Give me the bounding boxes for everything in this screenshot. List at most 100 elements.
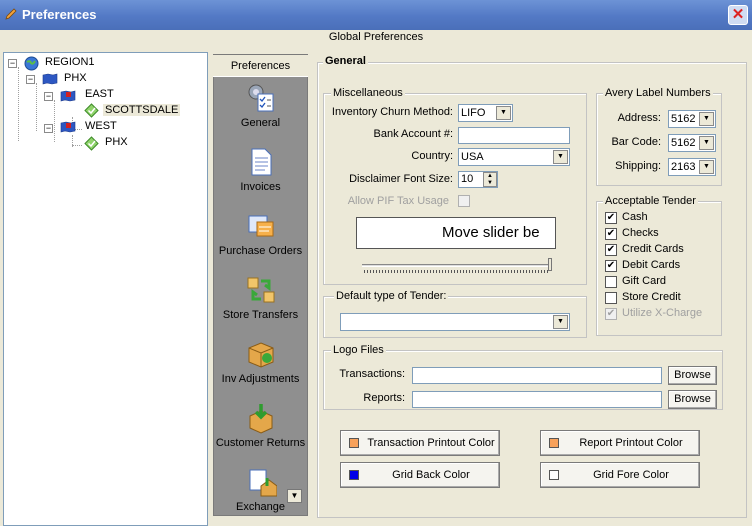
tender-label-6: Utilize X-Charge — [622, 307, 703, 319]
transaction-color-swatch — [349, 438, 359, 448]
bank-account-label: Bank Account #: — [373, 128, 454, 140]
nav-label-store-transfers: Store Transfers — [222, 309, 299, 321]
tree-node-region1[interactable]: REGION1 — [45, 56, 95, 68]
avery-barcode-select[interactable]: 5162 ▼ — [668, 134, 716, 152]
avery-address-select[interactable]: 5162 ▼ — [668, 110, 716, 128]
tender-checkbox-2[interactable]: ✔ — [605, 244, 617, 256]
bank-account-input[interactable] — [458, 127, 570, 144]
nav-label-general: General — [240, 117, 281, 129]
churn-method-select[interactable]: LIFO ▼ — [458, 104, 513, 122]
transfer-arrows-icon — [247, 277, 274, 303]
nav-item-store-transfers[interactable]: Store Transfers — [213, 274, 308, 321]
tender-label-0: Cash — [622, 211, 648, 223]
logo-files-title: Logo Files — [331, 344, 386, 356]
report-printout-color-label: Report Printout Color — [579, 437, 683, 449]
expander-east[interactable]: − — [44, 92, 53, 101]
avery-group-title: Avery Label Numbers — [603, 87, 713, 99]
tender-checkbox-5[interactable] — [605, 292, 617, 304]
misc-group — [323, 93, 587, 285]
slider-track[interactable] — [362, 264, 552, 267]
nav-scroll-down-button[interactable]: ▼ — [287, 489, 302, 503]
nav-label-invoices: Invoices — [240, 181, 281, 193]
tender-checkbox-6[interactable]: ✔ — [605, 308, 617, 320]
nav-label-purchase-orders: Purchase Orders — [218, 245, 303, 257]
transaction-printout-color-button[interactable]: Transaction Printout Color — [340, 430, 500, 456]
tender-checkbox-4[interactable] — [605, 276, 617, 288]
grid-fore-color-label: Grid Fore Color — [593, 469, 669, 481]
transactions-browse-button[interactable]: Browse — [668, 366, 717, 385]
tender-label-4: Gift Card — [622, 275, 667, 287]
tree-node-phx[interactable]: PHX — [64, 72, 87, 84]
country-select[interactable]: USA ▼ — [458, 148, 570, 166]
nav-item-customer-returns[interactable]: Customer Returns — [213, 402, 308, 449]
document-icon — [251, 148, 271, 176]
avery-barcode-value: 5162 — [671, 137, 696, 149]
tender-label-3: Debit Cards — [622, 259, 681, 271]
tender-checkbox-0[interactable]: ✔ — [605, 212, 617, 224]
nav-label-customer-returns: Customer Returns — [215, 437, 306, 449]
region-flag-icon — [60, 121, 76, 133]
settings-checklist-icon — [248, 84, 273, 112]
default-tender-select[interactable]: ▼ — [340, 313, 570, 331]
transactions-logo-input[interactable] — [412, 367, 662, 384]
chevron-down-icon: ▼ — [699, 160, 714, 174]
reports-browse-button[interactable]: Browse — [668, 390, 717, 409]
marquee-text: Move slider be — [442, 224, 540, 241]
tender-checkbox-3[interactable]: ✔ — [605, 260, 617, 272]
tender-label-5: Store Credit — [622, 291, 681, 303]
country-label: Country: — [411, 150, 453, 162]
close-button[interactable]: ✕ — [728, 5, 748, 25]
title-bar — [0, 0, 752, 30]
box-adjust-icon — [248, 342, 273, 368]
tree-node-west[interactable]: WEST — [85, 120, 117, 132]
font-size-spinner[interactable]: ▲ ▼ — [483, 172, 497, 187]
grid-back-color-button[interactable]: Grid Back Color — [340, 462, 500, 488]
store-diamond-icon — [84, 103, 99, 118]
disclaimer-font-size-label: Disclaimer Font Size: — [349, 173, 453, 185]
avery-shipping-label: Shipping: — [615, 160, 661, 172]
avery-barcode-label: Bar Code: — [611, 136, 661, 148]
avery-address-value: 5162 — [671, 113, 696, 125]
tender-checkbox-1[interactable]: ✔ — [605, 228, 617, 240]
country-value: USA — [461, 151, 484, 163]
grid-fore-color-swatch — [549, 470, 559, 480]
avery-shipping-select[interactable]: 2163 ▼ — [668, 158, 716, 176]
page-title: Global Preferences — [328, 31, 424, 43]
exchange-icon — [249, 469, 277, 497]
store-tree[interactable]: − REGION1 − PHX − EAST SCOTTSDALE − WEST… — [3, 52, 208, 526]
allow-pif-tax-checkbox[interactable] — [458, 195, 470, 207]
tender-label-2: Credit Cards — [622, 243, 684, 255]
globe-icon — [24, 56, 39, 71]
nav-item-general[interactable]: General — [213, 82, 308, 129]
tree-node-east[interactable]: EAST — [85, 88, 114, 100]
expander-region1[interactable]: − — [8, 59, 17, 68]
purchase-orders-icon — [248, 215, 273, 237]
churn-method-label: Inventory Churn Method: — [331, 106, 453, 118]
tree-node-phx-store[interactable]: PHX — [105, 136, 128, 148]
nav-item-purchase-orders[interactable]: Purchase Orders — [213, 210, 308, 257]
app-pencil-icon — [5, 8, 17, 20]
window-title: Preferences — [22, 7, 97, 22]
reports-logo-input[interactable] — [412, 391, 662, 408]
misc-group-title: Miscellaneous — [331, 87, 405, 99]
tree-node-scottsdale[interactable]: SCOTTSDALE — [103, 104, 181, 116]
expander-phx[interactable]: − — [26, 75, 35, 84]
transaction-printout-color-label: Transaction Printout Color — [367, 437, 495, 449]
report-printout-color-button[interactable]: Report Printout Color — [540, 430, 700, 456]
general-group-title: General — [323, 55, 368, 67]
grid-fore-color-button[interactable]: Grid Fore Color — [540, 462, 700, 488]
nav-item-inv-adjustments[interactable]: Inv Adjustments — [213, 338, 308, 385]
expander-west[interactable]: − — [44, 124, 53, 133]
nav-item-invoices[interactable]: Invoices — [213, 146, 308, 193]
slider-thumb[interactable] — [548, 258, 552, 271]
map-icon — [42, 73, 58, 85]
default-tender-title: Default type of Tender: — [334, 290, 449, 302]
region-flag-icon — [60, 90, 76, 102]
return-arrow-icon — [249, 404, 272, 434]
report-color-swatch — [549, 438, 559, 448]
chevron-down-icon: ▼ — [496, 106, 511, 120]
churn-method-value: LIFO — [461, 107, 486, 119]
chevron-down-icon: ▼ — [699, 136, 714, 150]
tender-label-1: Checks — [622, 227, 659, 239]
disclaimer-font-size-value: 10 — [461, 173, 474, 185]
